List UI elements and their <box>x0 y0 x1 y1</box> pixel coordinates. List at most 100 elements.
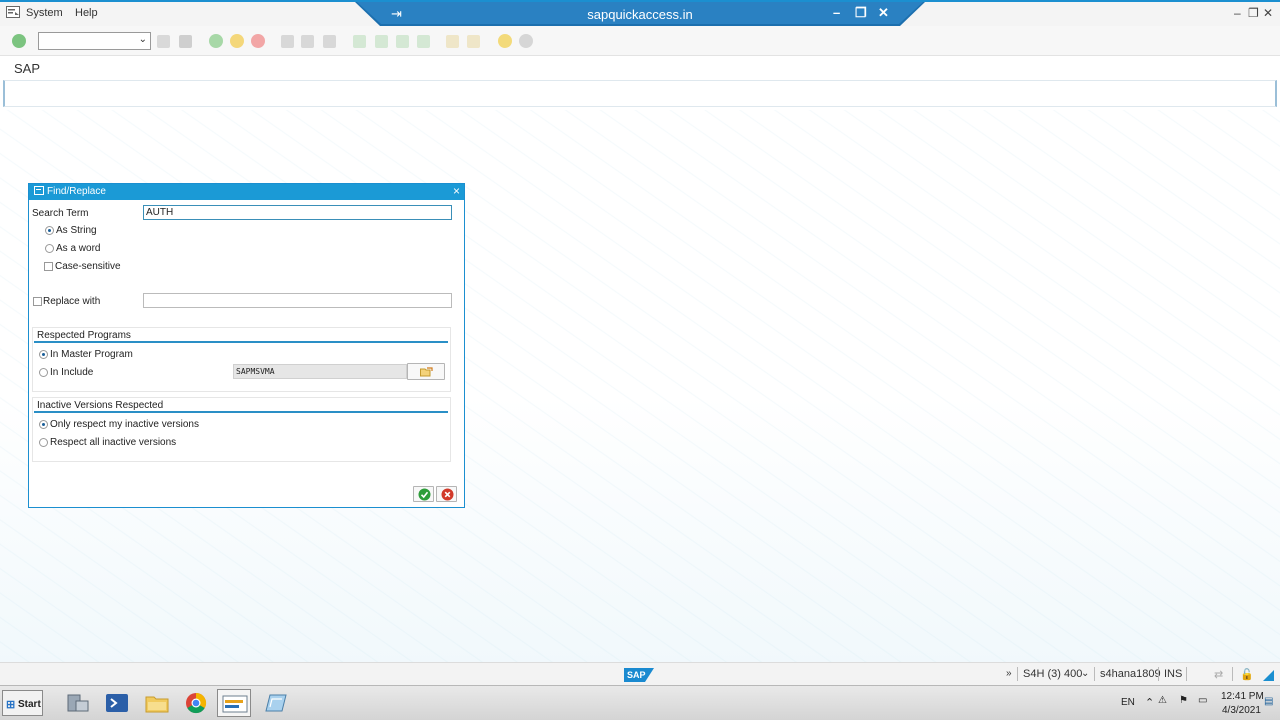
next-page-icon[interactable] <box>396 35 409 48</box>
folder-open-icon <box>420 367 433 377</box>
file-explorer-icon[interactable] <box>144 691 170 715</box>
windows-taskbar: ⊞ Start EN ⌃ ⚠ ⚑ ▭ 12:41 PM 4/3/2021 ▤ <box>0 685 1280 720</box>
sap-logo: SAP <box>624 668 654 682</box>
replace-with-input[interactable] <box>143 293 452 308</box>
cancel-icon <box>441 488 454 501</box>
print-icon[interactable] <box>281 35 294 48</box>
as-string-label: As String <box>56 225 97 236</box>
status-separator <box>1017 667 1018 681</box>
network-status-icon[interactable]: ▭ <box>1198 695 1207 706</box>
case-sensitive-checkbox[interactable] <box>44 262 53 271</box>
search-term-input[interactable]: AUTH <box>143 205 452 220</box>
menu-help[interactable]: Help <box>75 7 98 19</box>
menu-system[interactable]: System <box>26 7 63 19</box>
settings-gear-icon[interactable] <box>519 34 533 48</box>
clock-time[interactable]: 12:41 PM <box>1221 691 1264 702</box>
back-icon[interactable] <box>209 34 223 48</box>
include-select-button[interactable] <box>407 363 445 380</box>
powershell-icon[interactable] <box>104 691 130 715</box>
system-info: S4H (3) 400 <box>1023 668 1083 680</box>
menu-bar: System Help ⇥ sapquickaccess.in – ❐ ✕ – … <box>0 0 1280 26</box>
resize-grip-icon[interactable] <box>1263 670 1274 681</box>
double-left-icon[interactable] <box>157 35 170 48</box>
status-bar: SAP » S4H (3) 400 ⌄ s4hana1809 INS ⇄ 🔓 <box>0 662 1280 685</box>
network-icon[interactable]: ⚠ <box>1158 695 1167 706</box>
window-restore-icon[interactable]: ❐ <box>1248 6 1259 20</box>
help-icon[interactable] <box>498 34 512 48</box>
system-dropdown-icon[interactable]: ⌄ <box>1081 668 1089 679</box>
include-name-field: SAPMSVMA <box>233 364 407 379</box>
enter-icon[interactable] <box>12 34 26 48</box>
server-name: s4hana1809 <box>1100 668 1161 680</box>
save-icon[interactable] <box>179 35 192 48</box>
command-field[interactable]: ⌄ <box>38 32 151 50</box>
find-icon[interactable] <box>301 35 314 48</box>
server-manager-icon[interactable] <box>64 691 90 715</box>
new-session-icon[interactable] <box>446 35 459 48</box>
sap-gui-icon <box>222 695 248 713</box>
cancel-button[interactable] <box>436 486 457 502</box>
status-separator <box>1094 667 1095 681</box>
find-replace-dialog: Find/Replace × Search Term AUTH As Strin… <box>28 183 465 508</box>
application-toolbar <box>3 80 1277 107</box>
as-word-label: As a word <box>56 243 101 254</box>
shortcut-icon[interactable] <box>467 35 480 48</box>
cancel-icon[interactable] <box>251 34 265 48</box>
start-label: Start <box>18 699 41 710</box>
checkmark-icon <box>418 488 431 501</box>
restore-icon[interactable]: ❐ <box>855 5 867 21</box>
show-hidden-icons[interactable]: ⌃ <box>1145 696 1154 709</box>
dialog-title-bar: Find/Replace × <box>29 184 464 200</box>
case-sensitive-label: Case-sensitive <box>55 261 121 272</box>
respected-programs-title: Respected Programs <box>37 330 131 341</box>
replace-with-checkbox[interactable] <box>33 297 42 306</box>
chrome-icon[interactable] <box>183 691 209 715</box>
replace-with-label: Replace with <box>43 296 101 307</box>
window-close-icon[interactable]: ✕ <box>1263 6 1273 20</box>
minimize-icon[interactable]: – <box>833 5 840 20</box>
all-inactive-radio[interactable] <box>39 438 48 447</box>
chevron-down-icon[interactable]: ⌄ <box>139 34 147 45</box>
previous-page-icon[interactable] <box>375 35 388 48</box>
notification-icon[interactable]: ▤ <box>1264 696 1273 707</box>
action-center-flag-icon[interactable]: ⚑ <box>1179 695 1188 706</box>
dialog-icon <box>34 186 44 195</box>
window-minimize-icon[interactable]: – <box>1234 6 1241 20</box>
start-button[interactable]: ⊞ Start <box>2 690 43 716</box>
sap-logon-icon[interactable] <box>262 691 288 715</box>
last-page-icon[interactable] <box>417 35 430 48</box>
expand-status-icon[interactable]: » <box>1006 668 1012 679</box>
inactive-versions-title: Inactive Versions Respected <box>37 400 164 411</box>
in-include-radio[interactable] <box>39 368 48 377</box>
ok-button[interactable] <box>413 486 434 502</box>
window-title-bar: ⇥ sapquickaccess.in – ❐ ✕ <box>355 2 925 28</box>
status-separator <box>1232 667 1233 681</box>
in-master-program-label: In Master Program <box>50 349 133 360</box>
section-divider <box>34 341 448 343</box>
language-indicator[interactable]: EN <box>1121 697 1135 708</box>
all-inactive-label: Respect all inactive versions <box>50 437 177 448</box>
in-include-label: In Include <box>50 367 94 378</box>
windows-logo-icon: ⊞ <box>6 699 16 711</box>
as-word-radio[interactable] <box>45 244 54 253</box>
only-my-inactive-radio[interactable] <box>39 420 48 429</box>
first-page-icon[interactable] <box>353 35 366 48</box>
dialog-close-icon[interactable]: × <box>453 184 460 198</box>
dialog-title: Find/Replace <box>47 186 106 197</box>
exit-icon[interactable] <box>230 34 244 48</box>
transfer-icon: ⇄ <box>1214 669 1224 681</box>
only-my-inactive-label: Only respect my inactive versions <box>50 419 199 430</box>
page-title: SAP <box>14 61 41 76</box>
close-icon[interactable]: ✕ <box>878 5 889 21</box>
status-separator <box>1158 667 1159 681</box>
section-divider <box>34 411 448 413</box>
as-string-radio[interactable] <box>45 226 54 235</box>
lock-icon[interactable]: 🔓 <box>1240 668 1254 681</box>
find-next-icon[interactable] <box>323 35 336 48</box>
clock-date[interactable]: 4/3/2021 <box>1222 705 1261 716</box>
in-master-program-radio[interactable] <box>39 350 48 359</box>
status-separator <box>1186 667 1187 681</box>
system-menu-icon[interactable] <box>6 6 20 18</box>
sap-gui-task-button[interactable] <box>217 689 251 717</box>
search-term-label: Search Term <box>32 208 89 219</box>
